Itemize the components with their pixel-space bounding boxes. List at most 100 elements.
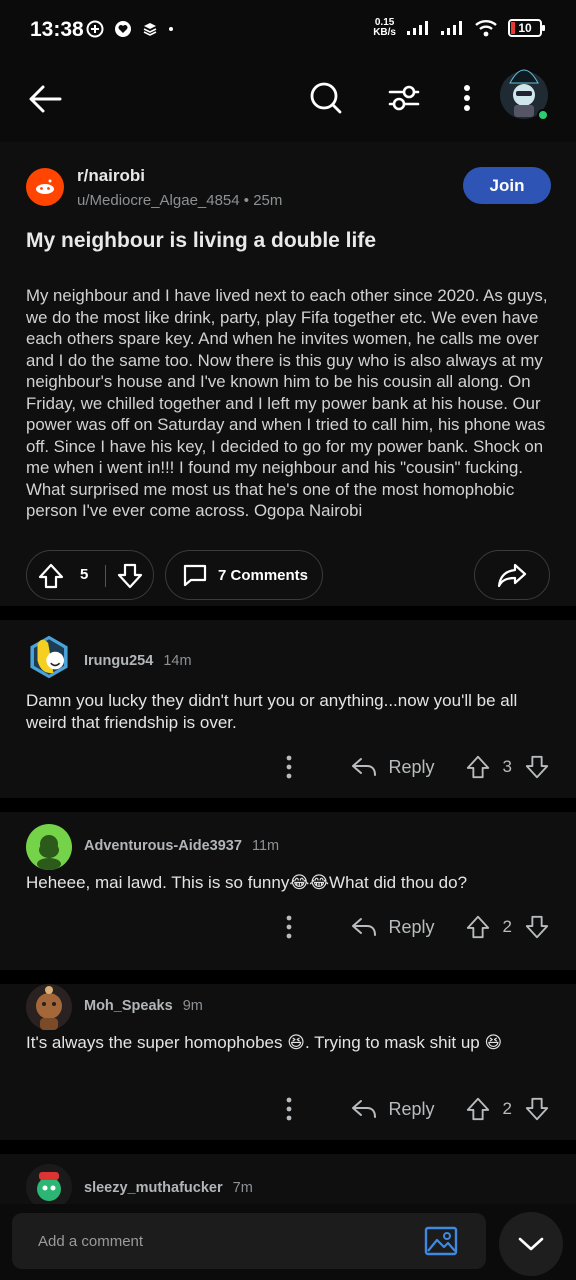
more-vertical-icon [464, 85, 470, 111]
plus-circle-icon [86, 20, 104, 38]
section-divider [0, 606, 576, 620]
comment-actions: Reply 2 [279, 914, 551, 940]
comment-time: 9m [182, 998, 203, 1014]
comment-more-button[interactable] [279, 755, 299, 779]
user-avatar [500, 69, 549, 121]
layers-icon [143, 23, 157, 36]
chevron-down-icon [518, 1237, 544, 1251]
comments-button[interactable]: 7 Comments [165, 550, 323, 600]
image-icon [424, 1226, 458, 1256]
more-options-button[interactable] [452, 76, 482, 120]
comment-time: 14m [163, 653, 192, 669]
more-vertical-icon [286, 1097, 291, 1121]
comment-vote-bar: 3 [465, 754, 550, 780]
comment-avatar[interactable] [26, 824, 72, 870]
comment-actions: Reply 2 [279, 1096, 551, 1122]
post-author[interactable]: u/Mediocre_Algae_4854 [77, 192, 240, 209]
comment-avatar[interactable] [26, 1164, 72, 1204]
reply-arrow-icon [351, 758, 376, 776]
share-button[interactable] [474, 550, 550, 600]
comment-vote-count: 3 [502, 757, 512, 776]
notification-icons [86, 20, 174, 38]
comments-count-label: 7 Comments [218, 566, 309, 584]
comment-more-button[interactable] [279, 915, 299, 939]
downvote-icon[interactable] [524, 754, 550, 780]
comment-text: Heheee, mai lawd. This is so funny😂😂What… [26, 873, 468, 892]
collapse-button[interactable] [499, 1212, 563, 1276]
system-icons: 0.15 KB/s 10 [373, 18, 545, 38]
reply-button[interactable]: Reply [351, 1098, 435, 1120]
section-divider [0, 970, 576, 984]
comment-time: 7m [232, 1180, 253, 1196]
reddit-alien-icon [36, 179, 54, 194]
comment-item: sleezy_muthafucker 7m [0, 1154, 576, 1204]
comment-author-name[interactable]: Moh_Speaks [84, 998, 173, 1014]
post-body: My neighbour and I have lived next to ea… [26, 286, 548, 520]
signal-icon-2 [441, 21, 462, 35]
reply-arrow-icon [351, 1100, 376, 1118]
post-vote-bar: 5 [26, 550, 154, 600]
reply-arrow-icon [351, 918, 376, 936]
back-button[interactable] [22, 76, 68, 122]
downvote-icon[interactable] [524, 1096, 550, 1122]
downvote-button[interactable] [116, 562, 144, 590]
comment-author-name[interactable]: Adventurous-Aide3937 [84, 838, 242, 854]
comment-avatar[interactable] [26, 634, 72, 680]
more-vertical-icon [286, 915, 291, 939]
vote-divider [105, 565, 106, 587]
comment-more-button[interactable] [279, 1097, 299, 1121]
top-bar [0, 62, 576, 142]
status-time: 13:38 [30, 18, 84, 41]
upvote-icon[interactable] [465, 914, 491, 940]
back-arrow-icon [29, 85, 62, 113]
post-time: 25m [253, 192, 283, 209]
status-bar: 13:38 0.15 KB/s 10 [0, 0, 576, 62]
comment-text: It's always the super homophobes 😆. Tryi… [26, 1033, 503, 1052]
comment-actions: Reply 3 [279, 754, 551, 780]
comment-bar [0, 1204, 576, 1280]
comment-author[interactable]: Moh_Speaks 9m [84, 998, 203, 1014]
reply-button[interactable]: Reply [351, 916, 435, 938]
network-speed-unit: KB/s [373, 27, 396, 38]
upvote-icon[interactable] [465, 754, 491, 780]
comment-author[interactable]: sleezy_muthafucker 7m [84, 1180, 253, 1196]
comment-author-name[interactable]: Irungu254 [84, 653, 153, 669]
post-vote-count: 5 [80, 566, 89, 583]
comment-vote-bar: 2 [465, 1096, 550, 1122]
comment-time: 11m [251, 838, 280, 854]
share-icon [497, 563, 527, 588]
comment-text: Damn you lucky they didn't hurt you or a… [26, 691, 518, 732]
comment-vote-count: 2 [502, 917, 512, 936]
reply-button[interactable]: Reply [351, 756, 435, 778]
comment-author[interactable]: Irungu254 14m [84, 653, 192, 669]
upvote-button[interactable] [37, 562, 65, 590]
downvote-icon [117, 563, 143, 589]
comment-item: Moh_Speaks 9m It's always the super homo… [0, 984, 576, 1140]
comment-avatar[interactable] [26, 984, 72, 1030]
user-avatar-button[interactable] [496, 64, 552, 121]
post-title: My neighbour is living a double life [26, 229, 377, 252]
comment-item: Irungu254 14m Damn you lucky they didn't… [0, 620, 576, 798]
upvote-icon [38, 563, 64, 589]
reply-label: Reply [388, 1098, 435, 1119]
meta-separator: • [243, 192, 254, 209]
comment-item: Adventurous-Aide3937 11m Heheee, mai law… [0, 812, 576, 970]
subreddit-name[interactable]: r/nairobi [77, 166, 145, 186]
subreddit-avatar[interactable] [26, 168, 64, 206]
section-divider [0, 798, 576, 812]
downvote-icon[interactable] [524, 914, 550, 940]
comment-author[interactable]: Adventurous-Aide3937 11m [84, 838, 279, 854]
search-icon [310, 82, 342, 114]
upvote-icon[interactable] [465, 1096, 491, 1122]
join-button[interactable]: Join [463, 167, 551, 204]
signal-icon [407, 21, 428, 35]
battery-percent: 10 [518, 21, 532, 35]
wifi-icon [475, 20, 497, 37]
reply-label: Reply [388, 756, 435, 777]
filter-button[interactable] [382, 76, 426, 120]
attach-image-button[interactable] [424, 1226, 458, 1261]
search-button[interactable] [304, 76, 348, 120]
comment-author-name[interactable]: sleezy_muthafucker [84, 1180, 223, 1196]
add-comment-input[interactable] [12, 1213, 486, 1269]
post-card: r/nairobi u/Mediocre_Algae_4854 • 25m Jo… [0, 142, 576, 606]
